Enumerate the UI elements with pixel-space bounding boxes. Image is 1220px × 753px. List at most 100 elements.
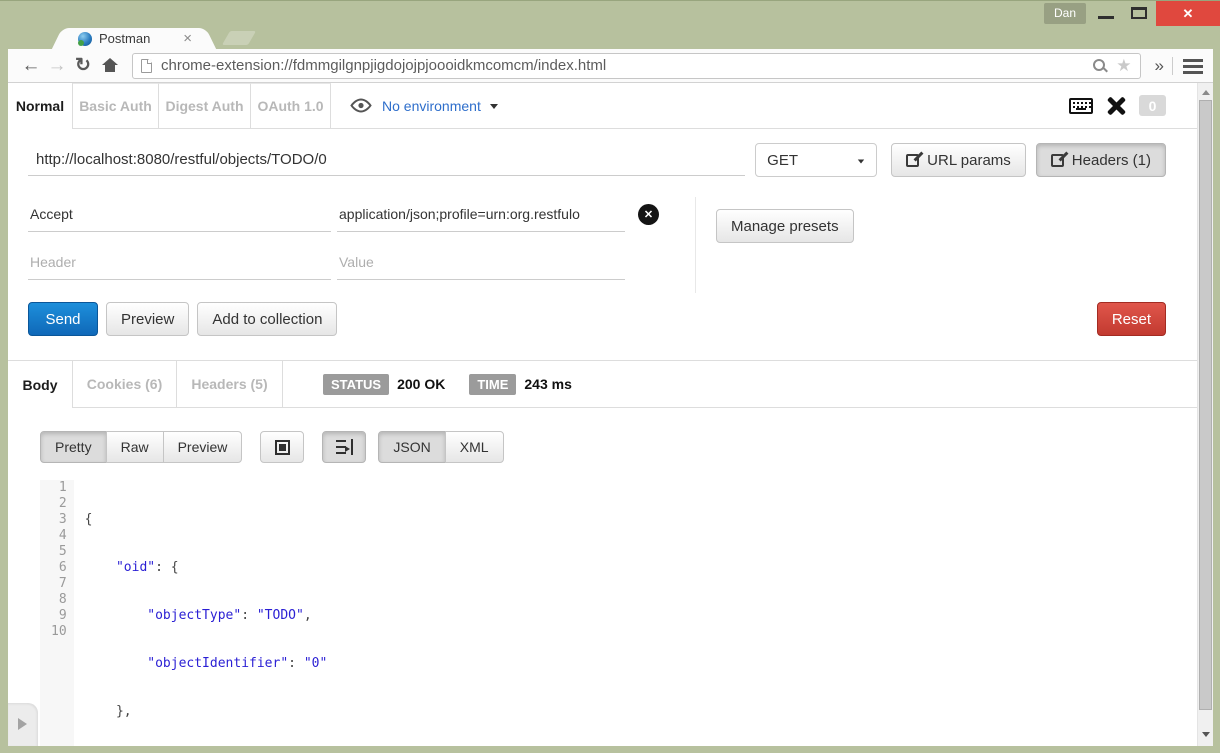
response-tabs: Body Cookies (6) Headers (5) STATUS 200 … <box>8 360 1213 408</box>
close-button[interactable]: ✕ <box>1156 1 1220 26</box>
reset-button[interactable]: Reset <box>1097 302 1166 336</box>
tab-title: Postman <box>99 31 181 46</box>
tab-oauth[interactable]: OAuth 1.0 <box>251 83 331 129</box>
token: "0" <box>304 656 327 671</box>
headers-editor: ✕ Manage presets <box>8 197 1213 293</box>
minimize-icon <box>1098 16 1114 19</box>
expand-right-icon <box>18 718 27 730</box>
token: }, <box>85 704 132 719</box>
tools-icon[interactable] <box>1106 96 1126 116</box>
environment-selector[interactable]: No environment <box>331 83 514 129</box>
scroll-down-icon[interactable] <box>1202 732 1210 737</box>
request-actions: Send Preview Add to collection Reset <box>8 293 1213 360</box>
maximize-icon <box>1131 7 1147 19</box>
minimize-button[interactable] <box>1090 1 1122 26</box>
line-number-gutter: 1 2 3 4 5 6 7 8 9 10 <box>40 480 74 746</box>
token: : { <box>155 560 178 575</box>
vertical-scrollbar[interactable] <box>1197 83 1213 746</box>
json-code: { "oid": { "objectType": "TODO", "object… <box>74 480 328 746</box>
line-number: 5 <box>51 544 67 560</box>
chrome-menu-icon[interactable] <box>1183 59 1203 73</box>
reload-icon[interactable]: ↻ <box>70 54 96 77</box>
scrollbar-thumb[interactable] <box>1199 100 1212 710</box>
headers-button-label: Headers (1) <box>1072 152 1151 169</box>
fullscreen-button[interactable] <box>260 431 304 463</box>
requests-count-badge[interactable]: 0 <box>1139 95 1166 116</box>
tabs-spacer <box>514 83 1069 129</box>
select-caret-icon <box>858 159 864 163</box>
tab-body[interactable]: Body <box>8 361 73 408</box>
token: "objectIdentifier" <box>85 656 289 671</box>
forward-icon[interactable]: → <box>44 55 70 77</box>
browser-toolbar: ← → ↻ ★ » <box>8 49 1213 83</box>
send-button[interactable]: Send <box>28 302 98 336</box>
request-url-row: GET URL params Headers (1) <box>8 129 1213 191</box>
header-value-input-empty[interactable] <box>337 245 625 280</box>
line-number: 3 <box>51 512 67 528</box>
xml-button[interactable]: XML <box>445 431 504 463</box>
home-icon[interactable] <box>100 58 120 73</box>
header-name-input-empty[interactable] <box>28 245 331 280</box>
response-status-bar: STATUS 200 OK TIME 243 ms <box>283 361 1213 408</box>
user-badge[interactable]: Dan <box>1044 3 1086 24</box>
tab-normal[interactable]: Normal <box>8 83 73 129</box>
top-right-icons: 0 <box>1069 83 1213 129</box>
request-url-input[interactable] <box>28 144 745 176</box>
keyboard-shortcuts-icon[interactable] <box>1069 98 1093 114</box>
postman-app: Normal Basic Auth Digest Auth OAuth 1.0 … <box>8 83 1213 746</box>
titlebar: Dan ✕ <box>0 1 1220 26</box>
browser-tab[interactable]: Postman × <box>68 28 200 49</box>
tab-cookies[interactable]: Cookies (6) <box>73 361 177 408</box>
line-number: 2 <box>51 496 67 512</box>
browser-tabstrip: Postman × <box>0 26 1220 49</box>
line-number: 7 <box>51 576 67 592</box>
wrap-bar <box>351 439 353 455</box>
url-params-button[interactable]: URL params <box>891 143 1026 177</box>
address-input[interactable] <box>152 57 1092 74</box>
token: , <box>304 608 312 623</box>
method-value: GET <box>767 152 798 169</box>
back-icon[interactable]: ← <box>18 55 44 77</box>
code-line: }, <box>85 704 328 720</box>
response-body-viewer[interactable]: 1 2 3 4 5 6 7 8 9 10 { "oid": { "objectT… <box>40 480 1213 746</box>
token: "TODO" <box>257 608 304 623</box>
tab-basic-auth[interactable]: Basic Auth <box>73 83 159 129</box>
status-value: 200 OK <box>397 376 445 392</box>
extensions-overflow-icon[interactable]: » <box>1147 57 1173 75</box>
header-name-input[interactable] <box>28 197 331 232</box>
tab-response-headers[interactable]: Headers (5) <box>177 361 283 408</box>
wrap-arrow <box>345 446 350 452</box>
headers-button[interactable]: Headers (1) <box>1036 143 1166 177</box>
pretty-button[interactable]: Pretty <box>40 431 107 463</box>
zoom-icon[interactable] <box>1092 58 1108 74</box>
json-button[interactable]: JSON <box>378 431 445 463</box>
scroll-up-icon[interactable] <box>1202 90 1210 95</box>
raw-button[interactable]: Raw <box>106 431 164 463</box>
status-badge: STATUS <box>323 374 389 395</box>
browser-window: Dan ✕ Postman × ← → ↻ ★ » Normal Basic A… <box>0 0 1220 753</box>
manage-presets-button[interactable]: Manage presets <box>716 209 854 243</box>
view-mode-group: Pretty Raw Preview <box>40 431 242 463</box>
line-wrap-button[interactable] <box>322 431 366 463</box>
token: : <box>288 656 304 671</box>
method-select[interactable]: GET <box>755 143 877 177</box>
address-bar[interactable]: ★ <box>132 53 1141 79</box>
tab-digest-auth[interactable]: Digest Auth <box>159 83 251 129</box>
sidebar-drawer-handle[interactable] <box>8 703 38 746</box>
preview-mode-button[interactable]: Preview <box>163 431 243 463</box>
chevron-down-icon <box>490 104 498 109</box>
add-to-collection-button[interactable]: Add to collection <box>197 302 337 336</box>
header-value-input[interactable] <box>337 197 625 232</box>
preview-button[interactable]: Preview <box>106 302 189 336</box>
tab-close-icon[interactable]: × <box>181 32 194 46</box>
bookmark-star-icon[interactable]: ★ <box>1116 58 1131 74</box>
hamburger-bars <box>1183 59 1203 62</box>
response-viewer-toolbar: Pretty Raw Preview JSON XML <box>8 408 1213 463</box>
keyboard-keys <box>1073 102 1075 104</box>
new-tab-button[interactable] <box>222 31 256 45</box>
code-line: { <box>85 512 328 528</box>
maximize-button[interactable] <box>1123 1 1155 26</box>
edit-icon <box>1051 154 1064 167</box>
code-line: "oid": { <box>85 560 328 576</box>
remove-header-icon[interactable]: ✕ <box>638 204 659 225</box>
